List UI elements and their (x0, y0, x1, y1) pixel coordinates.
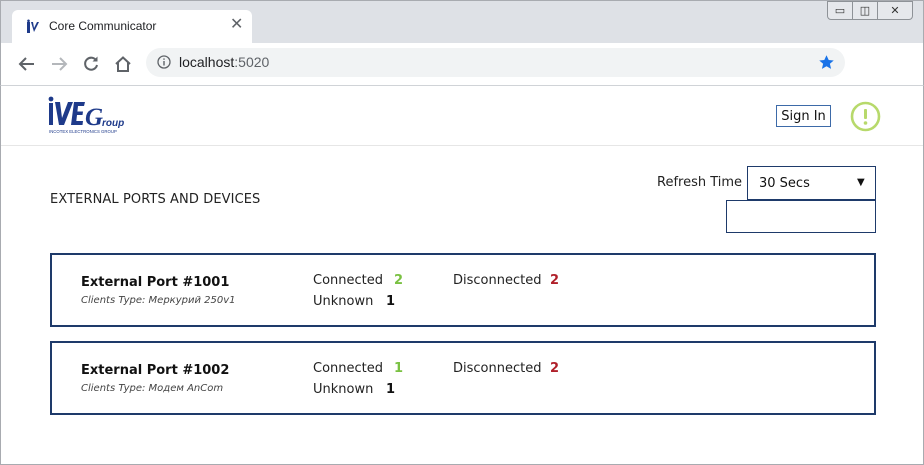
browser-tab[interactable]: Core Communicator ✕ (12, 10, 252, 44)
site-header: G roup INCOTEX ELECTRONICS GROUP Sign In (1, 86, 923, 146)
disconnected-count: 2 (550, 273, 560, 288)
connected-label: Connected (313, 273, 384, 288)
reload-button[interactable] (79, 52, 103, 76)
reload-icon (84, 56, 98, 71)
connected-count: 1 (394, 361, 404, 376)
arrow-left-icon (18, 57, 34, 71)
port-name: External Port #1002 (81, 363, 230, 378)
address-bar[interactable]: localhost:5020 (146, 48, 845, 77)
sign-in-button[interactable]: Sign In (776, 105, 831, 127)
refresh-time-label: Refresh Time (657, 175, 743, 190)
site-favicon-icon (27, 19, 39, 33)
caret-down-icon: ▼ (857, 177, 865, 188)
port-client-type: Clients Type: Меркурий 250v1 (81, 295, 236, 306)
port-card[interactable]: External Port #1001 Clients Type: Меркур… (50, 253, 876, 327)
section-title: EXTERNAL PORTS AND DEVICES (50, 192, 261, 207)
forward-button[interactable] (47, 52, 71, 76)
window-close-button[interactable]: ✕ (877, 1, 913, 20)
svg-text:G: G (85, 104, 103, 131)
unknown-label: Unknown (313, 382, 374, 397)
refresh-time-value: 30 Secs (759, 176, 810, 191)
url-text: localhost:5020 (179, 54, 269, 70)
window-maximize-button[interactable]: ◫ (852, 1, 878, 20)
home-icon (115, 56, 131, 72)
back-button[interactable] (15, 52, 39, 76)
arrow-right-icon (52, 57, 68, 71)
unknown-label: Unknown (313, 294, 374, 309)
connected-label: Connected (313, 361, 384, 376)
company-logo: G roup INCOTEX ELECTRONICS GROUP (48, 96, 124, 134)
disconnected-label: Disconnected (453, 361, 542, 376)
unknown-count: 1 (386, 294, 396, 309)
minimize-icon: ▭ (834, 4, 846, 17)
connected-count: 2 (394, 273, 404, 288)
svg-text:roup: roup (102, 118, 124, 129)
refresh-time-select[interactable]: 30 Secs ▼ (747, 166, 876, 200)
bookmark-star-icon[interactable] (818, 54, 835, 71)
page-content: G roup INCOTEX ELECTRONICS GROUP Sign In… (0, 86, 924, 465)
port-card[interactable]: External Port #1002 Clients Type: Модем … (50, 341, 876, 415)
window-minimize-button[interactable]: ▭ (827, 1, 853, 20)
url-port: :5020 (234, 54, 270, 70)
close-icon: ✕ (890, 4, 900, 17)
disconnected-label: Disconnected (453, 273, 542, 288)
maximize-icon: ◫ (859, 4, 871, 17)
disconnected-count: 2 (550, 361, 560, 376)
port-name: External Port #1001 (81, 275, 230, 290)
info-icon[interactable] (157, 55, 171, 69)
tab-close-icon[interactable]: ✕ (230, 16, 243, 32)
alert-status-icon[interactable] (850, 101, 881, 132)
home-button[interactable] (111, 52, 135, 76)
tab-title: Core Communicator (49, 19, 157, 33)
filter-input[interactable] (726, 200, 876, 233)
url-host: localhost (179, 54, 235, 70)
port-client-type: Clients Type: Модем AnCom (81, 383, 224, 394)
logo-subtitle: INCOTEX ELECTRONICS GROUP (49, 129, 117, 134)
unknown-count: 1 (386, 382, 396, 397)
browser-toolbar: localhost:5020 (0, 43, 924, 86)
tab-strip: Core Communicator ✕ ▭ ◫ ✕ (0, 0, 924, 44)
